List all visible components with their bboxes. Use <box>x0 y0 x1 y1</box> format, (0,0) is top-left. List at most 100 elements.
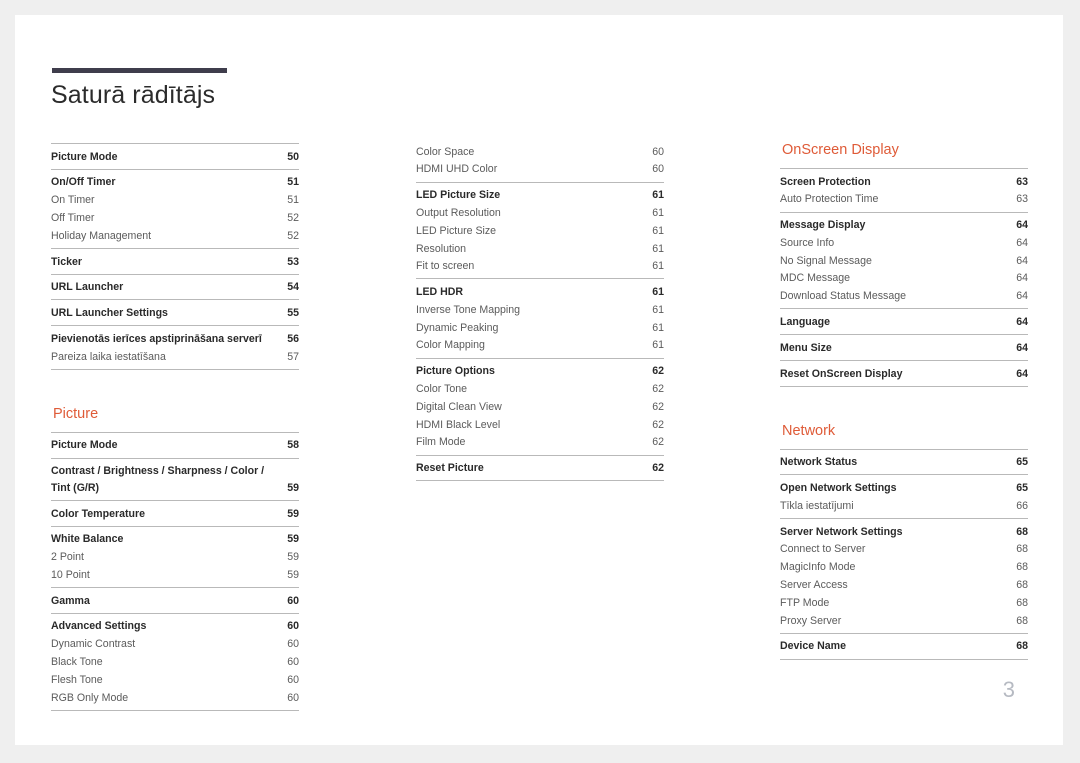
toc-entry-page: 62 <box>652 365 664 378</box>
toc-entry-main[interactable]: LED HDR 61 <box>416 283 664 301</box>
toc-entry-sub[interactable]: Pareiza laika iestatīšana 57 <box>51 348 299 366</box>
toc-entry-main[interactable]: URL Launcher 54 <box>51 279 299 297</box>
toc-entry-sub[interactable]: Dynamic Contrast 60 <box>51 636 299 654</box>
toc-entry-page: 61 <box>652 206 664 219</box>
toc-entry-sub[interactable]: Server Access 68 <box>780 576 1028 594</box>
toc-group: Pievienotās ierīces apstiprināšana serve… <box>51 325 299 370</box>
toc-entry-sub[interactable]: HDMI Black Level 62 <box>416 416 664 434</box>
toc-entry-main[interactable]: On/Off Timer 51 <box>51 174 299 192</box>
toc-entry-sub[interactable]: Digital Clean View 62 <box>416 398 664 416</box>
toc-entry-sub[interactable]: Color Space 60 <box>416 143 664 161</box>
toc-entry-sub[interactable]: FTP Mode 68 <box>780 594 1028 612</box>
toc-entry-main[interactable]: LED Picture Size 61 <box>416 187 664 205</box>
toc-entry-page: 68 <box>1016 525 1028 538</box>
toc-entry-sub[interactable]: Film Mode 62 <box>416 434 664 452</box>
toc-entry-main[interactable]: Pievienotās ierīces apstiprināšana serve… <box>51 330 299 348</box>
toc-entry-main[interactable]: Ticker 53 <box>51 253 299 271</box>
toc-entry-sub[interactable]: LED Picture Size 61 <box>416 222 664 240</box>
toc-entry-main[interactable]: Open Network Settings 65 <box>780 479 1028 497</box>
toc-entry-sub[interactable]: Dynamic Peaking 61 <box>416 319 664 337</box>
toc-entry-sub[interactable]: Connect to Server 68 <box>780 541 1028 559</box>
toc-entry-label: Contrast / Brightness / Sharpness / Colo… <box>51 465 265 494</box>
toc-entry-main[interactable]: Gamma 60 <box>51 592 299 610</box>
toc-entry-sub[interactable]: Fit to screen 61 <box>416 258 664 276</box>
toc-entry-sub[interactable]: Resolution 61 <box>416 240 664 258</box>
toc-entry-sub[interactable]: Proxy Server 68 <box>780 612 1028 630</box>
toc-entry-sub[interactable]: RGB Only Mode 60 <box>51 689 299 707</box>
toc-group: Language 64 <box>780 308 1028 334</box>
toc-entry-main[interactable]: White Balance 59 <box>51 531 299 549</box>
toc-group: LED Picture Size 61 Output Resolution 61 LED… <box>416 181 664 279</box>
toc-group: Open Network Settings 65 Tīkla iestatījumi… <box>780 474 1028 518</box>
toc-entry-main[interactable]: Network Status 65 <box>780 454 1028 472</box>
toc-entry-label: Fit to screen <box>416 260 475 273</box>
toc-entry-main[interactable]: Message Display 64 <box>780 217 1028 235</box>
toc-entry-label: Screen Protection <box>780 175 871 188</box>
toc-entry-main[interactable]: Reset Picture 62 <box>416 460 664 478</box>
toc-entry-main[interactable]: Advanced Settings 60 <box>51 618 299 636</box>
toc-entry-sub[interactable]: Black Tone 60 <box>51 653 299 671</box>
toc-group: Color Temperature 59 <box>51 499 299 526</box>
toc-entry-main[interactable]: Picture Options 62 <box>416 363 664 381</box>
toc-entry-main[interactable]: Picture Mode 58 <box>51 437 299 455</box>
toc-entry-page: 64 <box>1016 254 1028 267</box>
toc-section-heading: Network <box>782 422 836 439</box>
toc-entry-label: Device Name <box>780 640 846 653</box>
toc-entry-label: Reset OnScreen Display <box>780 367 903 380</box>
toc-group: Contrast / Brightness / Sharpness / Colo… <box>51 457 299 500</box>
toc-entry-main[interactable]: Device Name 68 <box>780 638 1028 656</box>
toc-entry-main[interactable]: Picture Mode 50 <box>51 148 299 166</box>
toc-entry-label: FTP Mode <box>780 596 830 609</box>
toc-group: Reset Picture 62 <box>416 454 664 482</box>
toc-entry-sub[interactable]: Color Tone 62 <box>416 380 664 398</box>
toc-entry-page: 62 <box>652 418 664 431</box>
toc-entry-main[interactable]: Color Temperature 59 <box>51 505 299 523</box>
toc-entry-sub[interactable]: On Timer 51 <box>51 192 299 210</box>
toc-entry-main[interactable]: Reset OnScreen Display 64 <box>780 365 1028 383</box>
toc-entry-sub[interactable]: Holiday Management 52 <box>51 227 299 245</box>
toc-entry-sub[interactable]: Output Resolution 61 <box>416 204 664 222</box>
toc-entry-main[interactable]: Contrast / Brightness / Sharpness / Colo… <box>51 463 299 497</box>
toc-entry-main[interactable]: Screen Protection 63 <box>780 173 1028 191</box>
toc-group: Screen Protection 63 Auto Protection Time 6… <box>780 167 1028 212</box>
toc-entry-page: 61 <box>652 224 664 237</box>
toc-entry-sub[interactable]: Auto Protection Time 63 <box>780 191 1028 209</box>
toc-entry-main[interactable]: Menu Size 64 <box>780 339 1028 357</box>
toc-entry-sub[interactable]: MagicInfo Mode 68 <box>780 559 1028 577</box>
toc-entry-label: Dynamic Contrast <box>51 638 136 651</box>
toc-entry-sub[interactable]: 2 Point 59 <box>51 548 299 566</box>
toc-entry-sub[interactable]: MDC Message 64 <box>780 270 1028 288</box>
toc-entry-sub[interactable]: Source Info 64 <box>780 234 1028 252</box>
toc-entry-label: HDMI Black Level <box>416 418 501 431</box>
toc-entry-page: 65 <box>1016 456 1028 469</box>
toc-entry-sub[interactable]: HDMI UHD Color 60 <box>416 161 664 179</box>
toc-entry-label: Message Display <box>780 219 866 232</box>
toc-entry-sub[interactable]: Tīkla iestatījumi 66 <box>780 497 1028 515</box>
toc-entry-label: 2 Point <box>51 551 84 564</box>
toc-entry-page: 68 <box>1016 543 1028 556</box>
toc-column-1: Picture Mode 50 On/Off Timer 51 On Timer 51 Of… <box>51 143 299 711</box>
toc-entry-sub[interactable]: Download Status Message 64 <box>780 288 1028 306</box>
toc-group: LED HDR 61 Inverse Tone Mapping 61 Dynamic P… <box>416 278 664 357</box>
toc-entry-label: Language <box>780 316 831 328</box>
toc-entry-sub[interactable]: Flesh Tone 60 <box>51 671 299 689</box>
toc-entry-sub[interactable]: No Signal Message 64 <box>780 252 1028 270</box>
toc-entry-sub[interactable]: Color Mapping 61 <box>416 337 664 355</box>
toc-entry-main[interactable]: URL Launcher Settings 55 <box>51 304 299 322</box>
toc-entry-page: 64 <box>1016 316 1028 328</box>
toc-entry-sub[interactable]: Off Timer 52 <box>51 209 299 227</box>
toc-entry-page: 60 <box>287 620 299 633</box>
toc-entry-sub[interactable]: 10 Point 59 <box>51 566 299 584</box>
toc-entry-page: 64 <box>1016 219 1028 232</box>
toc-entry-main[interactable]: Language 64 <box>780 313 1028 331</box>
toc-entry-page: 52 <box>287 211 299 224</box>
toc-entry-page: 62 <box>652 382 664 395</box>
toc-entry-page: 50 <box>287 150 299 163</box>
toc-entry-page: 60 <box>652 163 664 176</box>
toc-entry-page: 60 <box>287 594 299 607</box>
toc-entry-sub[interactable]: Inverse Tone Mapping 61 <box>416 301 664 319</box>
toc-entry-page: 61 <box>652 303 664 316</box>
toc-entry-main[interactable]: Server Network Settings 68 <box>780 523 1028 541</box>
toc-section-heading: Picture <box>53 405 99 422</box>
toc-entry-page: 68 <box>1016 596 1028 609</box>
